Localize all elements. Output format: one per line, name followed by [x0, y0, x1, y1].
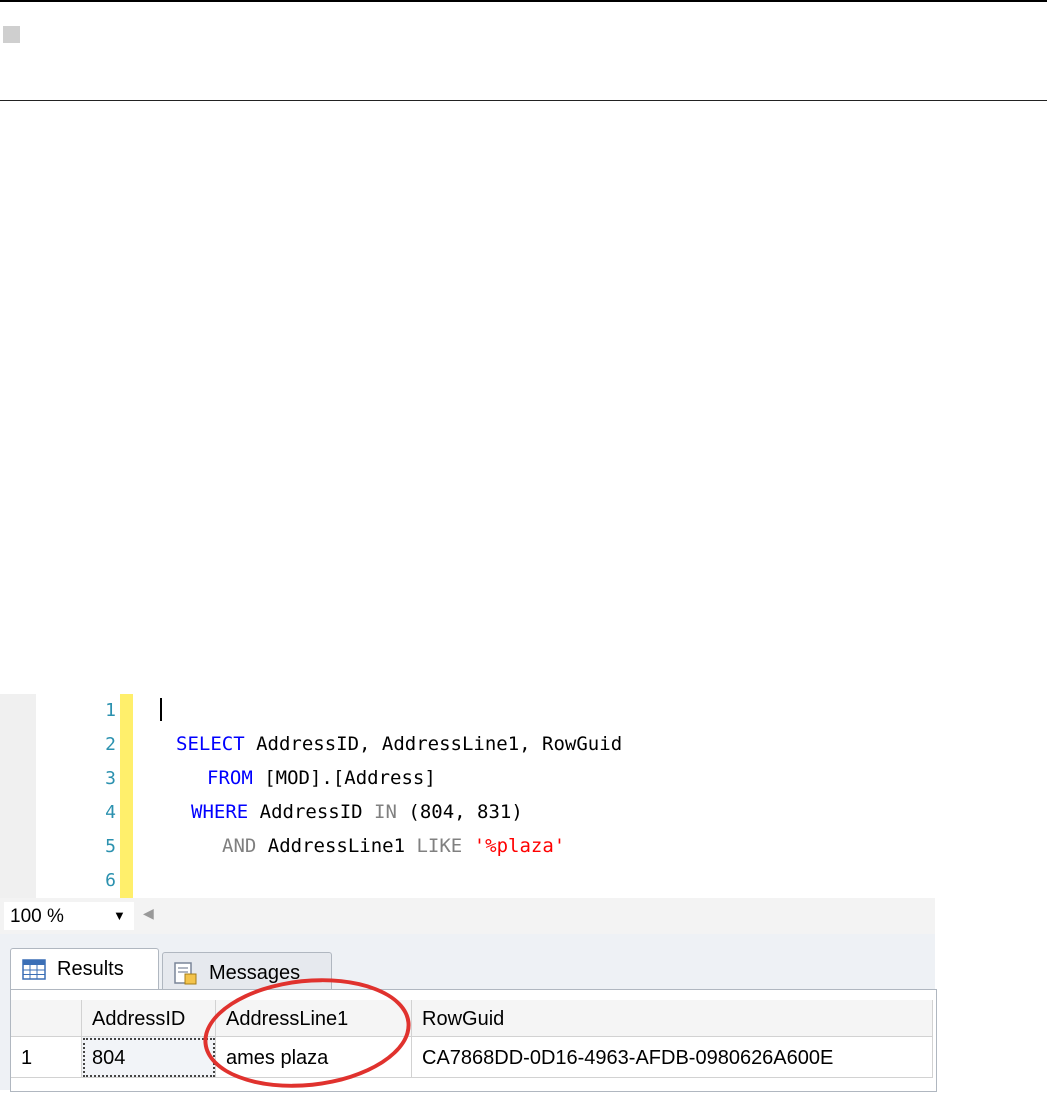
code-text: AddressID, AddressLine1, RowGuid: [244, 733, 623, 755]
separator-rule: [0, 100, 1047, 101]
zoom-bar: 100 % ▼ ◀: [0, 898, 935, 934]
line-number: 2: [105, 734, 116, 755]
string-literal: '%plaza': [462, 835, 566, 857]
cell-value: CA7868DD-0D16-4963-AFDB-0980626A600E: [422, 1047, 834, 1069]
cell-rowguid[interactable]: CA7868DD-0D16-4963-AFDB-0980626A600E: [412, 1037, 933, 1078]
zoom-value: 100 %: [10, 906, 64, 927]
column-header-label: RowGuid: [422, 1008, 505, 1030]
tab-results[interactable]: Results: [10, 948, 159, 991]
messages-icon: [173, 962, 199, 991]
operator: AND: [222, 835, 257, 857]
grid-icon: [21, 958, 47, 987]
code-text: [MOD].[Address]: [252, 767, 436, 789]
column-header-label: AddressID: [92, 1008, 186, 1030]
code-line-4: WHERE AddressID IN (804, 831): [191, 801, 523, 823]
row-number: 1: [21, 1047, 33, 1069]
change-tracking-bar: [120, 694, 133, 898]
line-number: 6: [105, 870, 116, 891]
column-header-rowguid[interactable]: RowGuid: [412, 1000, 933, 1037]
line-number: 1: [105, 700, 116, 721]
editor-margin: [0, 694, 36, 898]
dropdown-arrow-icon[interactable]: ▼: [113, 908, 126, 923]
code-text: AddressLine1: [256, 835, 417, 857]
line-number: 5: [105, 836, 116, 857]
code-line-5: AND AddressLine1 LIKE '%plaza': [222, 835, 565, 857]
placeholder-square: [3, 26, 20, 43]
operator: IN: [374, 801, 397, 823]
code-text: (804, 831): [396, 801, 523, 823]
text-caret: [160, 698, 162, 721]
keyword: WHERE: [191, 801, 249, 823]
results-grid[interactable]: AddressID AddressLine1 RowGuid 1 804 ame…: [10, 989, 937, 1092]
code-line-2: SELECT AddressID, AddressLine1, RowGuid: [176, 733, 622, 755]
sql-editor[interactable]: 1 2 3 4 5 6 SELECT AddressID, AddressLin…: [0, 694, 935, 898]
line-number: 4: [105, 802, 116, 823]
operator: LIKE: [416, 835, 463, 857]
line-number-gutter: 1 2 3 4 5 6: [36, 694, 120, 898]
cell-value: 804: [92, 1047, 126, 1069]
row-number-header: [11, 1000, 82, 1037]
keyword: FROM: [207, 767, 253, 789]
tab-results-label: Results: [57, 958, 124, 980]
keyword: SELECT: [176, 733, 245, 755]
row-number-cell[interactable]: 1: [11, 1037, 82, 1078]
cell-addressid[interactable]: 804: [82, 1037, 216, 1078]
top-rule: [0, 0, 1047, 2]
line-number: 3: [105, 768, 116, 789]
zoom-dropdown[interactable]: 100 % ▼: [4, 902, 134, 930]
column-header-addressid[interactable]: AddressID: [82, 1000, 216, 1037]
code-line-3: FROM [MOD].[Address]: [207, 767, 436, 789]
code-text: AddressID: [248, 801, 375, 823]
scroll-left-icon[interactable]: ◀: [143, 905, 154, 922]
results-panel: Messages Results AddressID AddressLine1 …: [0, 934, 937, 1092]
